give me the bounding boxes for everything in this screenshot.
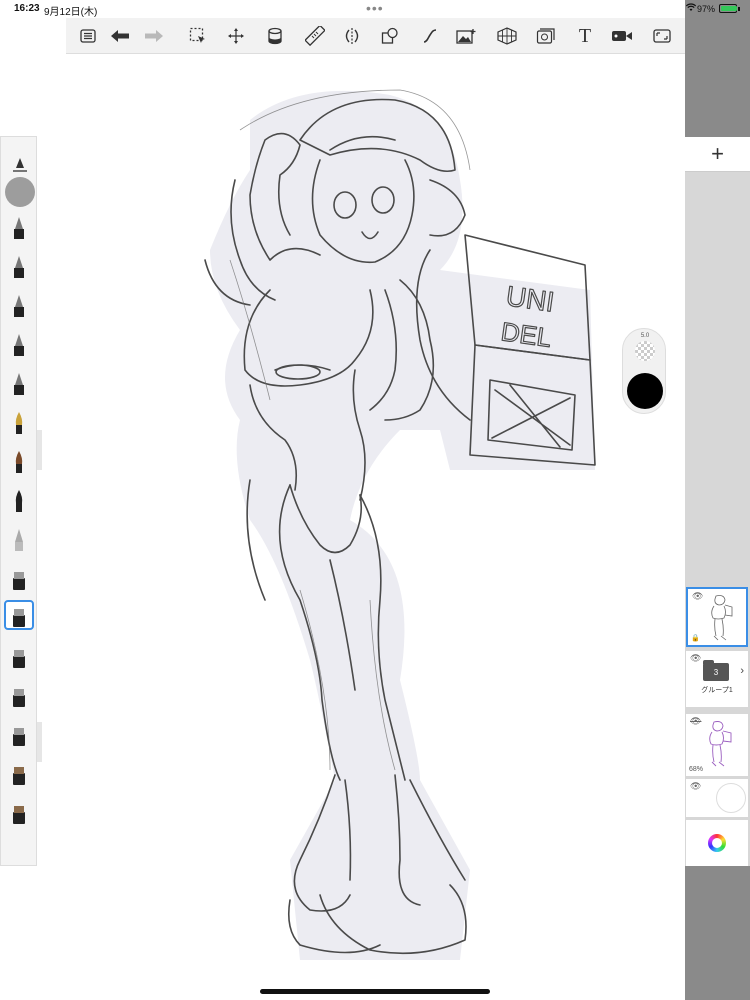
lock-icon[interactable]: 🔒 — [691, 634, 700, 642]
add-layer-button[interactable]: + — [685, 137, 750, 172]
paper-color-swatch[interactable] — [716, 783, 746, 813]
layer-group[interactable]: 👁 3 › グループ1 — [686, 651, 748, 707]
brush-opacity-preview[interactable] — [635, 341, 655, 361]
layer-thumbnail — [709, 721, 732, 767]
status-time: 16:23 — [14, 3, 40, 14]
brush-size-slider-icon[interactable] — [5, 145, 35, 175]
eye-icon[interactable]: 👁 — [690, 653, 701, 664]
layer-reference[interactable]: 👁 68% — [686, 714, 748, 776]
current-color-swatch[interactable] — [627, 373, 663, 409]
undo-icon[interactable] — [108, 24, 132, 48]
brush-item[interactable] — [4, 522, 34, 552]
battery-tip — [738, 7, 740, 11]
shapes-icon[interactable] — [378, 24, 402, 48]
brush-size-value: 5.0 — [640, 333, 650, 339]
menu-icon[interactable] — [76, 24, 100, 48]
brush-item[interactable] — [4, 795, 34, 825]
brush-item[interactable] — [4, 444, 34, 474]
brush-item[interactable] — [4, 210, 34, 240]
color-wheel-button[interactable] — [686, 820, 748, 866]
eye-icon[interactable]: 👁 — [692, 591, 703, 602]
brush-item[interactable] — [4, 249, 34, 279]
drawing-canvas[interactable]: UNI DEL — [42, 54, 685, 1000]
brush-item[interactable] — [4, 717, 34, 747]
chevron-right-icon[interactable]: › — [740, 665, 744, 677]
ruler-icon[interactable] — [303, 24, 327, 48]
multitasking-dots-icon[interactable]: ••• — [366, 0, 384, 16]
battery-icon — [719, 4, 737, 13]
folder-icon: 3 — [703, 663, 729, 681]
brush-item[interactable] — [4, 483, 34, 513]
eye-icon[interactable]: 👁 — [690, 781, 701, 792]
brush-item[interactable] — [4, 561, 34, 591]
fullscreen-icon[interactable] — [650, 24, 674, 48]
layer-sketch[interactable]: 👁 🔒 — [686, 587, 748, 647]
brush-item[interactable] — [4, 600, 34, 630]
symmetry-icon[interactable] — [340, 24, 364, 48]
status-bar: 16:23 9月12日(木) ••• — [0, 0, 685, 18]
wifi-icon — [685, 3, 697, 14]
selection-icon[interactable] — [186, 24, 210, 48]
text-icon[interactable]: T — [573, 24, 597, 48]
brush-item[interactable] — [4, 639, 34, 669]
brush-item[interactable] — [4, 678, 34, 708]
brush-quick-control[interactable]: 5.0 — [622, 328, 666, 414]
brush-item[interactable] — [4, 327, 34, 357]
battery-percent: 97% — [697, 4, 716, 14]
sketch-artwork: UNI DEL — [204, 89, 596, 961]
color-wheel-icon — [708, 834, 726, 852]
layer-thumbnail — [711, 595, 733, 641]
battery-fill — [721, 6, 737, 11]
transform-icon[interactable] — [224, 24, 248, 48]
status-date: 9月12日(木) — [44, 7, 98, 18]
redo-icon[interactable] — [142, 24, 166, 48]
panel-drag-handle-upper[interactable] — [37, 430, 42, 470]
eye-hidden-icon[interactable]: 👁 — [690, 716, 701, 727]
perspective-icon[interactable] — [495, 24, 519, 48]
brush-item[interactable] — [4, 288, 34, 318]
image-icon[interactable] — [454, 24, 478, 48]
drawing-app: 16:23 9月12日(木) ••• 97% T UNI DEL 5.0 + 👁… — [0, 0, 750, 1000]
status-bar-right: 97% — [685, 0, 750, 18]
top-toolbar: T — [66, 18, 685, 54]
curve-icon[interactable] — [418, 24, 442, 48]
brush-item[interactable] — [4, 366, 34, 396]
group-name: グループ1 — [701, 687, 733, 694]
panel-drag-handle-lower[interactable] — [37, 722, 42, 762]
flipbook-icon[interactable] — [534, 24, 558, 48]
brush-item[interactable] — [4, 756, 34, 786]
fill-icon[interactable] — [263, 24, 287, 48]
brush-item[interactable] — [4, 405, 34, 435]
home-indicator[interactable] — [260, 989, 490, 994]
layer-opacity: 68% — [689, 766, 704, 773]
layer-paper[interactable]: 👁 — [686, 779, 748, 817]
record-icon[interactable] — [610, 24, 634, 48]
brush-opacity-indicator[interactable] — [5, 177, 35, 207]
